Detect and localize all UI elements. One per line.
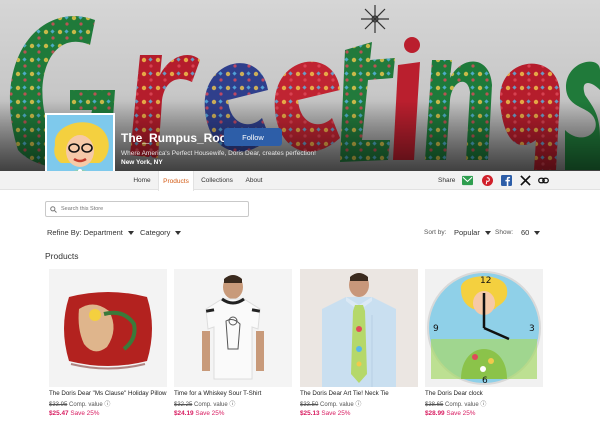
product-price: $25.47 Save 25%: [49, 410, 167, 417]
chevron-down-icon: [484, 230, 491, 235]
save-label: Save 25%: [321, 410, 351, 417]
info-icon[interactable]: ⓘ: [480, 402, 486, 408]
chevron-down-icon: [534, 230, 541, 235]
sale-price: $28.99: [425, 410, 445, 417]
store-location: New York, NY: [121, 159, 163, 166]
comp-label: Comp. value: [194, 402, 228, 408]
comp-label: Comp. value: [445, 402, 479, 408]
comp-price: $33.50: [300, 402, 319, 408]
follow-button[interactable]: Follow: [224, 128, 282, 146]
category-dropdown[interactable]: Category: [140, 228, 182, 237]
necktie-image: [300, 269, 418, 387]
sort-dropdown[interactable]: Popular: [454, 228, 491, 237]
store-search[interactable]: [45, 201, 249, 217]
show-label: Show:: [495, 229, 514, 236]
facebook-icon[interactable]: [501, 175, 512, 186]
product-card[interactable]: The Doris Dear Art Tie! Neck Tie $33.50 …: [300, 269, 418, 417]
link-icon[interactable]: [538, 175, 549, 186]
save-label: Save 25%: [70, 410, 100, 417]
snowflake-icon: [361, 5, 389, 33]
comp-price: $38.65: [425, 402, 444, 408]
pillow-image: [49, 269, 167, 387]
product-image[interactable]: [300, 269, 418, 387]
product-card[interactable]: 12 3 6 9 The Doris Dear clock $38.65 Com…: [425, 269, 543, 417]
product-comp-value: $32.25 Comp. value ⓘ: [174, 399, 292, 408]
store-nav: Home Products Collections About Share: [0, 171, 600, 191]
tab-products[interactable]: Products: [158, 171, 194, 191]
products-heading: Products: [45, 251, 79, 261]
show-dropdown[interactable]: 60: [521, 228, 541, 237]
comp-label: Comp. value: [69, 402, 103, 408]
refine-label: Refine By: Department: [47, 228, 123, 237]
tab-collections[interactable]: Collections: [195, 171, 239, 190]
comp-price: $32.25: [174, 402, 193, 408]
svg-text:3: 3: [529, 324, 535, 334]
show-value: 60: [521, 228, 530, 237]
svg-text:12: 12: [480, 276, 491, 286]
product-title[interactable]: The Doris Dear Art Tie! Neck Tie: [300, 390, 418, 397]
x-icon[interactable]: [520, 175, 531, 186]
product-comp-value: $38.65 Comp. value ⓘ: [425, 399, 543, 408]
product-price: $28.99 Save 25%: [425, 410, 543, 417]
info-icon[interactable]: ⓘ: [229, 402, 235, 408]
share-label: Share: [438, 177, 456, 184]
sale-price: $25.47: [49, 410, 69, 417]
product-comp-value: $33.50 Comp. value ⓘ: [300, 399, 418, 408]
svg-text:9: 9: [433, 324, 439, 334]
search-input[interactable]: [61, 206, 241, 212]
product-title[interactable]: Time for a Whiskey Sour T-Shirt: [174, 390, 292, 397]
product-title[interactable]: The Doris Dear clock: [425, 390, 543, 397]
svg-text:6: 6: [482, 376, 488, 386]
search-icon: [50, 205, 57, 213]
comp-price: $33.95: [49, 402, 68, 408]
info-icon[interactable]: ⓘ: [355, 402, 361, 408]
save-label: Save 25%: [446, 410, 476, 417]
product-title[interactable]: The Doris Dear "Ms Clause" Holiday Pillo…: [49, 390, 167, 397]
product-image[interactable]: [49, 269, 167, 387]
product-comp-value: $33.95 Comp. value ⓘ: [49, 399, 167, 408]
product-card[interactable]: Time for a Whiskey Sour T-Shirt $32.25 C…: [174, 269, 292, 417]
tab-home[interactable]: Home: [126, 171, 158, 190]
product-image[interactable]: 12 3 6 9: [425, 269, 543, 387]
chevron-down-icon: [175, 230, 182, 235]
refine-dropdown[interactable]: Refine By: Department: [47, 228, 134, 237]
pinterest-icon[interactable]: [482, 175, 493, 186]
sort-by-label: Sort by:: [424, 229, 447, 236]
clock-image: 12 3 6 9: [425, 269, 543, 387]
tab-about[interactable]: About: [239, 171, 269, 190]
info-icon[interactable]: ⓘ: [104, 402, 110, 408]
product-card[interactable]: The Doris Dear "Ms Clause" Holiday Pillo…: [49, 269, 167, 417]
tshirt-image: [174, 269, 292, 387]
comp-label: Comp. value: [320, 402, 354, 408]
sale-price: $25.13: [300, 410, 320, 417]
product-price: $24.19 Save 25%: [174, 410, 292, 417]
email-icon[interactable]: [462, 175, 473, 186]
chevron-down-icon: [127, 230, 134, 235]
category-label: Category: [140, 228, 171, 237]
product-image[interactable]: [174, 269, 292, 387]
store-name[interactable]: The_Rumpus_Room: [121, 131, 238, 145]
sort-value: Popular: [454, 228, 480, 237]
save-label: Save 25%: [195, 410, 225, 417]
sale-price: $24.19: [174, 410, 194, 417]
product-price: $25.13 Save 25%: [300, 410, 418, 417]
store-tagline: Where America's Perfect Housewife, Doris…: [121, 150, 316, 157]
